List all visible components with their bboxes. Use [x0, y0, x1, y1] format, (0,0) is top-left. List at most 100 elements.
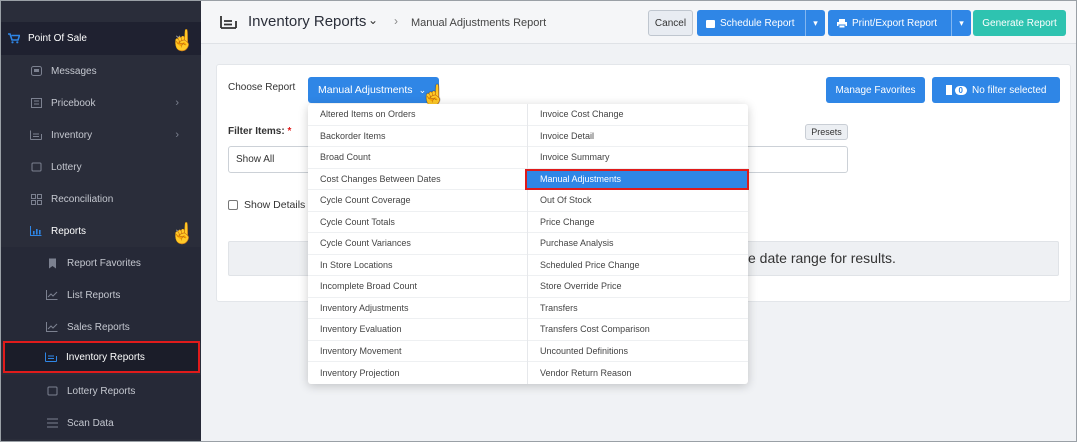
- menu-item[interactable]: Broad Count: [308, 147, 527, 169]
- menu-item[interactable]: Inventory Evaluation: [308, 319, 527, 341]
- list-chart-icon: [46, 289, 58, 301]
- chevron-right-icon: ›: [175, 129, 179, 141]
- menu-item[interactable]: Store Override Price: [528, 276, 748, 298]
- menu-item-selected[interactable]: Manual Adjustments: [525, 168, 749, 190]
- manage-favorites-label: Manage Favorites: [835, 84, 916, 96]
- sidebar-subitem-report-favorites[interactable]: Report Favorites: [0, 247, 201, 279]
- menu-item[interactable]: Cycle Count Variances: [308, 233, 527, 255]
- menu-item[interactable]: Cycle Count Totals: [308, 212, 527, 233]
- sidebar-item-label: List Reports: [67, 289, 121, 301]
- sales-chart-icon: [46, 321, 58, 333]
- sidebar-item-inventory[interactable]: Inventory ›: [0, 119, 201, 151]
- menu-item[interactable]: Uncounted Definitions: [528, 341, 748, 362]
- sidebar-item-label: Lottery: [51, 161, 82, 173]
- menu-item[interactable]: Transfers: [528, 298, 748, 319]
- sidebar-subitem-scan-data[interactable]: Scan Data: [0, 407, 201, 439]
- presets-button[interactable]: Presets: [805, 124, 848, 140]
- report-select-button[interactable]: Manual Adjustments ⌄ ☝: [308, 77, 446, 107]
- menu-item[interactable]: Altered Items on Orders: [308, 104, 527, 126]
- sidebar-item-messages[interactable]: Messages: [0, 55, 201, 87]
- menu-item[interactable]: Invoice Detail: [528, 126, 748, 147]
- filter-items-label: Filter Items: *: [228, 126, 291, 137]
- schedule-label: Schedule Report: [720, 17, 795, 29]
- cancel-label: Cancel: [654, 17, 687, 29]
- lottery-icon: [30, 161, 42, 173]
- chevron-right-icon: ›: [175, 97, 179, 109]
- bookmark-icon: [46, 257, 58, 269]
- menu-item[interactable]: Inventory Projection: [308, 362, 527, 384]
- sidebar-item-label: Reports: [51, 225, 87, 237]
- sidebar-item-reports[interactable]: Reports ⌄ ☝: [0, 215, 201, 247]
- sidebar-pos-label: Point Of Sale: [28, 33, 87, 44]
- sidebar-item-label: Report Favorites: [67, 257, 141, 269]
- pricebook-icon: [30, 97, 42, 109]
- generate-label: Generate Report: [982, 17, 1057, 29]
- menu-item[interactable]: In Store Locations: [308, 255, 527, 276]
- breadcrumb: Manual Adjustments Report: [411, 17, 547, 29]
- filter-value: Show All: [236, 154, 275, 165]
- menu-item[interactable]: Cycle Count Coverage: [308, 190, 527, 212]
- menu-item[interactable]: Purchase Analysis: [528, 233, 748, 255]
- filter-items-select[interactable]: Show All: [228, 146, 318, 173]
- manage-favorites-button[interactable]: Manage Favorites: [826, 77, 925, 103]
- show-details-checkbox[interactable]: [228, 200, 238, 210]
- schedule-report-button[interactable]: Schedule Report ▾: [697, 10, 825, 36]
- date-range-input[interactable]: [740, 146, 848, 173]
- sidebar-item-label: Pricebook: [51, 97, 96, 109]
- sidebar-item-label: Inventory: [51, 129, 93, 141]
- sidebar-item-label: Inventory Reports: [66, 351, 145, 363]
- scan-data-icon: [46, 417, 58, 429]
- message-text: e date range for results.: [748, 250, 896, 266]
- menu-item[interactable]: Out Of Stock: [528, 190, 748, 212]
- menu-item[interactable]: Transfers Cost Comparison: [528, 319, 748, 341]
- menu-item[interactable]: Inventory Adjustments: [308, 298, 527, 319]
- sidebar-item-label: Reconciliation: [51, 193, 114, 205]
- inventory-report-icon: [45, 351, 57, 363]
- sidebar-item-reconciliation[interactable]: Reconciliation: [0, 183, 201, 215]
- sidebar-item-point-of-sale[interactable]: Point Of Sale ⌄ ☝: [0, 22, 201, 55]
- reports-icon: [30, 225, 42, 237]
- sidebar-item-label: Lottery Reports: [67, 385, 136, 397]
- messages-icon: [30, 65, 42, 77]
- generate-report-button[interactable]: Generate Report: [973, 10, 1066, 36]
- calendar-icon: [706, 19, 715, 28]
- hand-cursor-icon: ☝: [170, 223, 195, 245]
- sidebar-subitem-inventory-reports[interactable]: Inventory Reports: [3, 341, 200, 373]
- sidebar-top: [0, 0, 201, 22]
- menu-item[interactable]: Scheduled Price Change: [528, 255, 748, 276]
- sidebar-item-pricebook[interactable]: Pricebook ›: [0, 87, 201, 119]
- chevron-down-icon[interactable]: ▾: [805, 10, 825, 36]
- chevron-down-icon[interactable]: ▾: [951, 10, 971, 36]
- menu-item[interactable]: Invoice Summary: [528, 147, 748, 169]
- menu-column-right: Invoice Cost Change Invoice Detail Invoi…: [525, 104, 749, 384]
- sidebar-item-label: Scan Data: [67, 417, 114, 429]
- menu-column-left: Altered Items on Orders Backorder Items …: [308, 104, 528, 384]
- menu-item[interactable]: Backorder Items: [308, 126, 527, 147]
- sidebar-subitem-sales-reports[interactable]: Sales Reports: [0, 311, 201, 343]
- inventory-report-icon: [220, 15, 237, 32]
- sidebar-subitem-list-reports[interactable]: List Reports: [0, 279, 201, 311]
- sidebar: Point Of Sale ⌄ ☝ Messages Pricebook › I…: [0, 0, 201, 442]
- inventory-icon: [30, 129, 42, 141]
- sidebar-item-label: Sales Reports: [67, 321, 130, 333]
- filter-count-badge: 0: [954, 85, 967, 95]
- menu-item[interactable]: Invoice Cost Change: [528, 104, 748, 126]
- required-mark: *: [287, 126, 292, 137]
- page-title[interactable]: Inventory Reports: [248, 13, 366, 30]
- filter-selection-button[interactable]: 0 No filter selected: [932, 77, 1060, 103]
- menu-item[interactable]: Incomplete Broad Count: [308, 276, 527, 298]
- menu-item[interactable]: Cost Changes Between Dates: [308, 169, 527, 190]
- sidebar-subitem-lottery-reports[interactable]: Lottery Reports: [0, 375, 201, 407]
- menu-item[interactable]: Price Change: [528, 212, 748, 233]
- menu-item[interactable]: Vendor Return Reason: [528, 362, 748, 384]
- reconciliation-icon: [30, 193, 42, 205]
- chevron-down-icon[interactable]: ⌄: [368, 13, 378, 27]
- printer-icon: [837, 18, 847, 28]
- print-export-button[interactable]: Print/Export Report ▾: [828, 10, 971, 36]
- cart-icon: [8, 33, 20, 44]
- menu-item[interactable]: Inventory Movement: [308, 341, 527, 362]
- sidebar-item-lottery[interactable]: Lottery: [0, 151, 201, 183]
- filter-items-text: Filter Items:: [228, 126, 285, 137]
- report-dropdown-menu: Altered Items on Orders Backorder Items …: [308, 104, 749, 384]
- cancel-button[interactable]: Cancel: [648, 10, 693, 36]
